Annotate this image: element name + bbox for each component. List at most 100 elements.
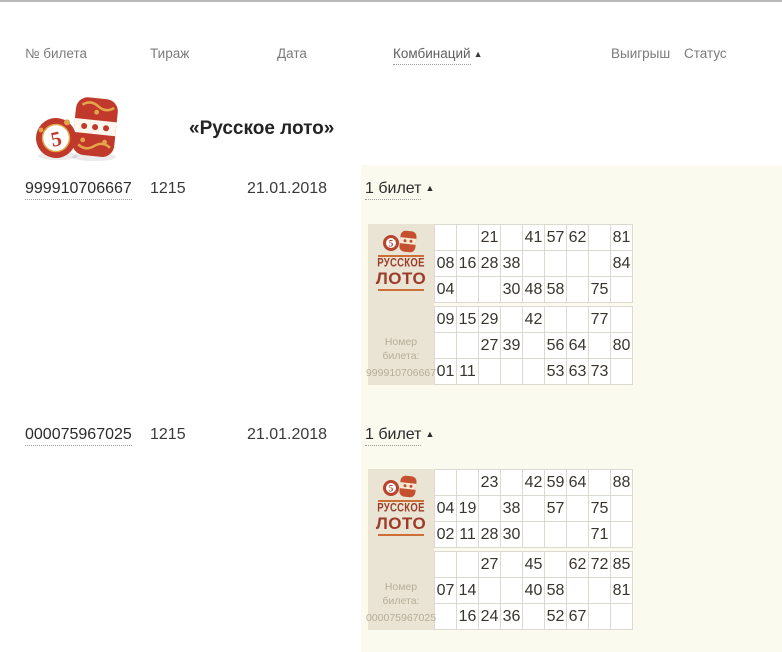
ticket-grid-cell — [501, 552, 522, 577]
collapse-arrow-icon: ▲ — [425, 429, 434, 439]
ticket-grid-cell — [545, 307, 566, 332]
ticket-grid-cell — [611, 496, 632, 521]
ticket-grid-cell: 16 — [457, 604, 478, 629]
draw-date: 21.01.2018 — [247, 180, 327, 198]
ticket-grid-cell: 29 — [479, 307, 500, 332]
header-win: Выигрыш — [611, 46, 670, 61]
mini-barrels-icon: 5 — [382, 229, 420, 253]
ticket-grid-cell: 30 — [501, 277, 522, 302]
ticket-grid-cell: 88 — [611, 470, 632, 495]
ticket-grid-cell — [545, 251, 566, 276]
ticket-grid-cell: 53 — [545, 359, 566, 384]
ticket-grid-cell: 56 — [545, 333, 566, 358]
ticket-grid-cell: 80 — [611, 333, 632, 358]
ticket-brand-panel: 5 РУССКОЕ ЛОТО Номер билета: 99991070666… — [368, 224, 434, 385]
barrel-keg-icon — [71, 96, 119, 158]
ticket-grid-cell: 04 — [435, 277, 456, 302]
ticket-grid-cell: 16 — [457, 251, 478, 276]
ticket-grid-cell: 72 — [589, 552, 610, 577]
ticket-grid-cell — [457, 470, 478, 495]
header-combinations-sort[interactable]: Комбинаций▲ — [393, 46, 482, 61]
ticket-grid-cell — [501, 307, 522, 332]
draw-number: 1215 — [150, 180, 186, 198]
ticket-grid-cell — [611, 307, 632, 332]
ticket-grid-cell: 14 — [457, 578, 478, 603]
ticket-grid-cell — [501, 578, 522, 603]
ticket-grid-cell: 81 — [611, 225, 632, 250]
ticket-grid-cell: 38 — [501, 251, 522, 276]
ticket-grid-upper: 214157628108162838840430485875 — [434, 224, 633, 303]
ticket-grid-cell: 11 — [457, 522, 478, 547]
ticket-grid-cell: 84 — [611, 251, 632, 276]
ticket-card: 5 РУССКОЕ ЛОТО Номер билета: 99991070666… — [368, 224, 632, 385]
brand-title-top: РУССКОЕ — [377, 502, 424, 516]
ticket-grid-cell: 07 — [435, 578, 456, 603]
ticket-grid-cell: 59 — [545, 470, 566, 495]
ticket-grid-cell: 28 — [479, 251, 500, 276]
ticket-grid-cell: 85 — [611, 552, 632, 577]
ticket-grid-cell — [611, 359, 632, 384]
ticket-grid-cell: 71 — [589, 522, 610, 547]
ticket-grid-cell — [611, 604, 632, 629]
header-ticket-number: № билета — [25, 46, 87, 61]
ticket-grid-cell — [479, 359, 500, 384]
ticket-grid-cell: 28 — [479, 522, 500, 547]
ticket-grid-cell — [567, 251, 588, 276]
ticket-grid-cell — [501, 225, 522, 250]
ticket-grid-cell: 67 — [567, 604, 588, 629]
lottery-title: «Русское лото» — [189, 118, 334, 140]
combinations-toggle[interactable]: 1 билет▲ — [365, 180, 434, 198]
svg-text:5: 5 — [389, 484, 394, 494]
ticket-grid-cell — [479, 496, 500, 521]
mini-barrels-icon: 5 — [382, 474, 420, 498]
ticket-grid-cell: 81 — [611, 578, 632, 603]
lottery-barrels-logo: 5 — [34, 94, 122, 167]
ticket-grid-cell — [611, 277, 632, 302]
header-date: Дата — [277, 46, 307, 61]
ticket-grid-cell — [567, 307, 588, 332]
ticket-grid-cell: 52 — [545, 604, 566, 629]
ticket-number-link[interactable]: 999910706667 — [25, 180, 132, 198]
ticket-grid-cell: 58 — [545, 277, 566, 302]
ticket-grid-cell: 75 — [589, 496, 610, 521]
ticket-number-link[interactable]: 000075967025 — [25, 426, 132, 444]
ticket-grid-cell: 27 — [479, 552, 500, 577]
ticket-grid-cell: 01 — [435, 359, 456, 384]
combinations-toggle[interactable]: 1 билет▲ — [365, 426, 434, 444]
ticket-grid-cell — [435, 225, 456, 250]
ticket-grid-cell: 73 — [589, 359, 610, 384]
ticket-grid-cell — [435, 333, 456, 358]
ticket-grid-cell — [589, 333, 610, 358]
ticket-brand-panel: 5 РУССКОЕ ЛОТО Номер билета: 00007596702… — [368, 469, 434, 630]
ticket-grid-cell: 57 — [545, 496, 566, 521]
ticket-grid-cell — [523, 604, 544, 629]
ticket-grid-cell — [457, 225, 478, 250]
ticket-grid-cell — [567, 496, 588, 521]
ticket-grids: 214157628108162838840430485875 091529427… — [434, 224, 633, 385]
ticket-grid-cell: 64 — [567, 333, 588, 358]
ticket-grid-cell: 19 — [457, 496, 478, 521]
ticket-grid-cell — [589, 251, 610, 276]
ticket-grid-cell: 40 — [523, 578, 544, 603]
brand-rule-bottom — [378, 534, 424, 536]
ticket-grid-cell: 77 — [589, 307, 610, 332]
ticket-grid-cell — [501, 470, 522, 495]
ticket-grid-cell — [589, 604, 610, 629]
ticket-grid-cell — [501, 359, 522, 384]
ticket-grid-cell: 27 — [479, 333, 500, 358]
ticket-grid-cell: 48 — [523, 277, 544, 302]
ticket-grid-cell — [457, 552, 478, 577]
ticket-grid-cell — [567, 578, 588, 603]
ticket-number-label: Номер билета: — [368, 580, 434, 608]
ticket-grid-cell: 45 — [523, 552, 544, 577]
ticket-grid-cell: 23 — [479, 470, 500, 495]
ticket-grid-cell — [435, 470, 456, 495]
ticket-grid-cell — [479, 578, 500, 603]
ticket-grids: 234259648804193857750211283071 274562728… — [434, 469, 633, 630]
draw-date: 21.01.2018 — [247, 426, 327, 444]
ticket-grid-cell — [589, 470, 610, 495]
brand-rule-bottom — [378, 289, 424, 291]
header-combinations-label: Комбинаций — [393, 46, 471, 65]
ticket-grid-cell: 04 — [435, 496, 456, 521]
ticket-grid-cell — [611, 522, 632, 547]
